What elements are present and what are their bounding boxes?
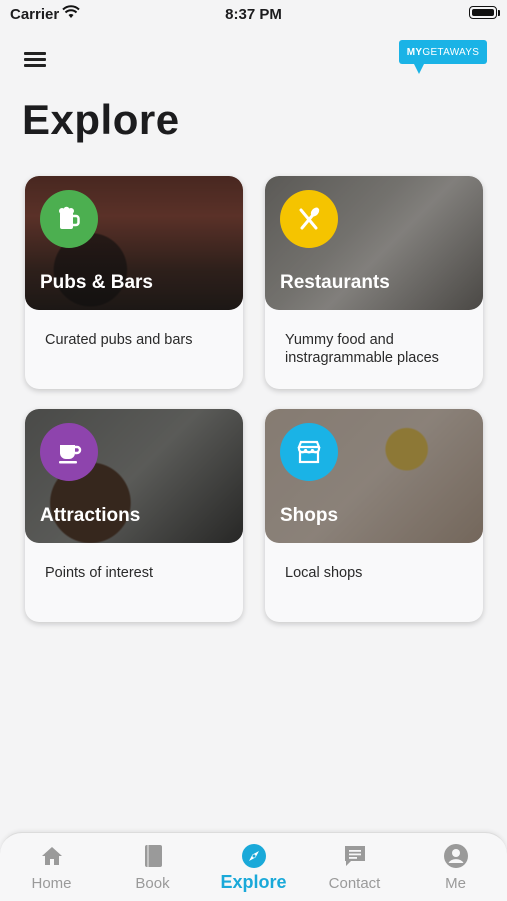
- fork-spoon-icon: [299, 207, 320, 230]
- category-card-shops[interactable]: Shops Local shops: [265, 409, 483, 622]
- tab-label: Me: [445, 875, 466, 892]
- battery-tip: [498, 10, 500, 16]
- logo-text: GETAWAYS: [422, 46, 480, 58]
- category-card-pubs-bars[interactable]: Pubs & Bars Curated pubs and bars: [25, 176, 243, 389]
- compass-icon: [241, 844, 266, 868]
- tab-label: Contact: [328, 875, 381, 892]
- card-image-pubs-bars: Pubs & Bars: [25, 176, 243, 310]
- battery-icon: [469, 6, 497, 19]
- card-image-attractions: Attractions: [25, 409, 243, 543]
- card-title: Shops: [280, 505, 339, 526]
- hamburger-line: [24, 64, 46, 67]
- card-icon-circle: [280, 423, 338, 481]
- hamburger-menu-button[interactable]: [20, 48, 50, 72]
- category-card-attractions[interactable]: Attractions Points of interest: [25, 409, 243, 622]
- page-title: Explore: [22, 96, 180, 143]
- storefront-icon: [297, 440, 321, 464]
- tab-label: Home: [31, 875, 72, 892]
- hamburger-line: [24, 58, 46, 61]
- card-description: Curated pubs and bars: [45, 332, 193, 348]
- card-description: Yummy food and instragrammable places: [285, 332, 439, 366]
- tab-explore[interactable]: Explore: [203, 843, 304, 899]
- card-icon-circle: [40, 190, 98, 248]
- book-icon: [144, 845, 162, 867]
- chat-icon: [344, 846, 365, 866]
- card-title: Attractions: [40, 505, 141, 526]
- mygetaways-logo: MY GETAWAYS: [399, 40, 487, 76]
- card-description: Local shops: [285, 565, 363, 581]
- logo-box: MY GETAWAYS: [399, 40, 487, 64]
- card-title: Pubs & Bars: [40, 272, 153, 293]
- card-icon-circle: [40, 423, 98, 481]
- tab-me[interactable]: Me: [405, 843, 506, 899]
- tab-label: Explore: [220, 872, 287, 892]
- user-circle-icon: [443, 844, 468, 868]
- tab-book[interactable]: Book: [102, 843, 203, 899]
- card-title: Restaurants: [280, 272, 390, 293]
- coffee-cup-icon: [59, 445, 82, 464]
- card-description: Points of interest: [45, 565, 153, 581]
- status-bar: Carrier 8:37 PM: [0, 0, 507, 28]
- beer-mug-icon: [59, 206, 80, 229]
- logo-speech-tail: [413, 62, 425, 74]
- logo-prefix: MY: [406, 46, 423, 58]
- clock: 8:37 PM: [225, 6, 282, 23]
- card-icon-circle: [280, 190, 338, 248]
- hamburger-line: [24, 52, 46, 55]
- bottom-tab-bar: Home Book Explore Contact Me: [0, 832, 507, 901]
- tab-home[interactable]: Home: [1, 843, 102, 899]
- category-card-restaurants[interactable]: Restaurants Yummy food and instragrammab…: [265, 176, 483, 389]
- tab-label: Book: [135, 875, 170, 892]
- home-icon: [41, 847, 62, 865]
- card-image-restaurants: Restaurants: [265, 176, 483, 310]
- card-image-shops: Shops: [265, 409, 483, 543]
- tab-contact[interactable]: Contact: [304, 843, 405, 899]
